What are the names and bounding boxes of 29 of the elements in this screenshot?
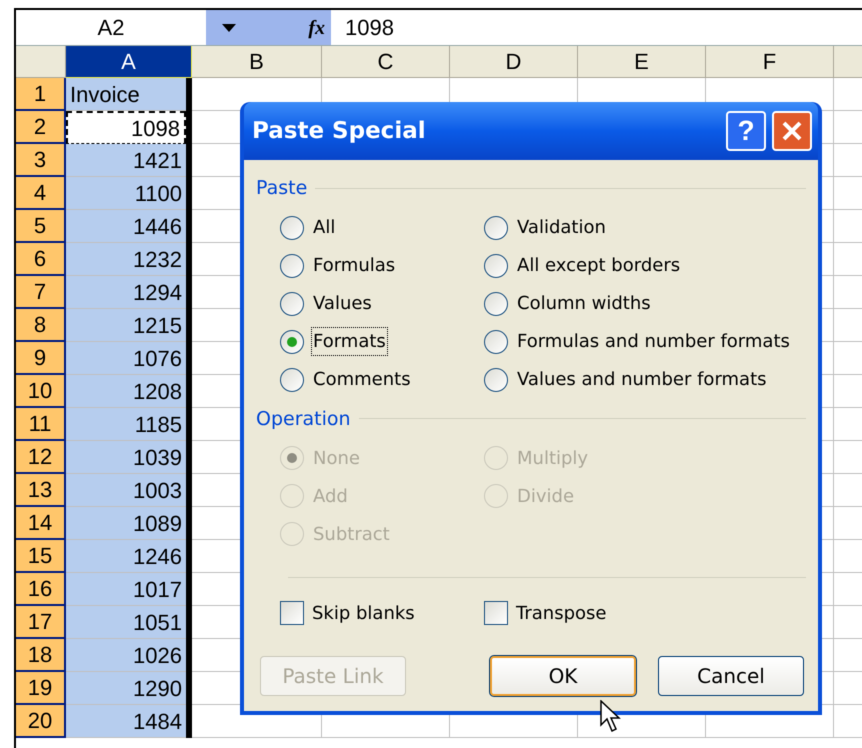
table-cell: 1484 [66, 705, 186, 738]
table-cell: 1039 [66, 441, 186, 474]
table-cell: 1089 [66, 507, 186, 540]
table-cell: 1232 [66, 243, 186, 276]
table-cell: 1215 [66, 309, 186, 342]
table-cell: 1294 [66, 276, 186, 309]
group-label: Paste [256, 176, 308, 201]
window-title: Paste Special [252, 116, 427, 146]
dialog-button: Paste Link [260, 656, 406, 696]
radio-label: Subtract [312, 522, 391, 546]
table-cell: 1290 [66, 672, 186, 705]
radio-label: Multiply [516, 446, 590, 470]
radio-label: Divide [516, 484, 576, 508]
table-cell: 1100 [66, 177, 186, 210]
radio-label: Add [312, 484, 349, 508]
table-cell: 1446 [66, 210, 186, 243]
table-cell: 1051 [66, 606, 186, 639]
table-cell: Invoice [66, 78, 186, 111]
table-cell: 1246 [66, 540, 186, 573]
table-cell: 1185 [66, 408, 186, 441]
radio-label: None [312, 446, 361, 470]
group-label: Operation [256, 406, 351, 432]
table-cell: 1076 [66, 342, 186, 375]
table-cell: 1017 [66, 573, 186, 606]
table-cell: 1003 [66, 474, 186, 507]
table-cell: 1026 [66, 639, 186, 672]
table-cell: 1421 [66, 144, 186, 177]
table-cell: 1208 [66, 375, 186, 408]
table-cell: 1098 [66, 111, 186, 144]
